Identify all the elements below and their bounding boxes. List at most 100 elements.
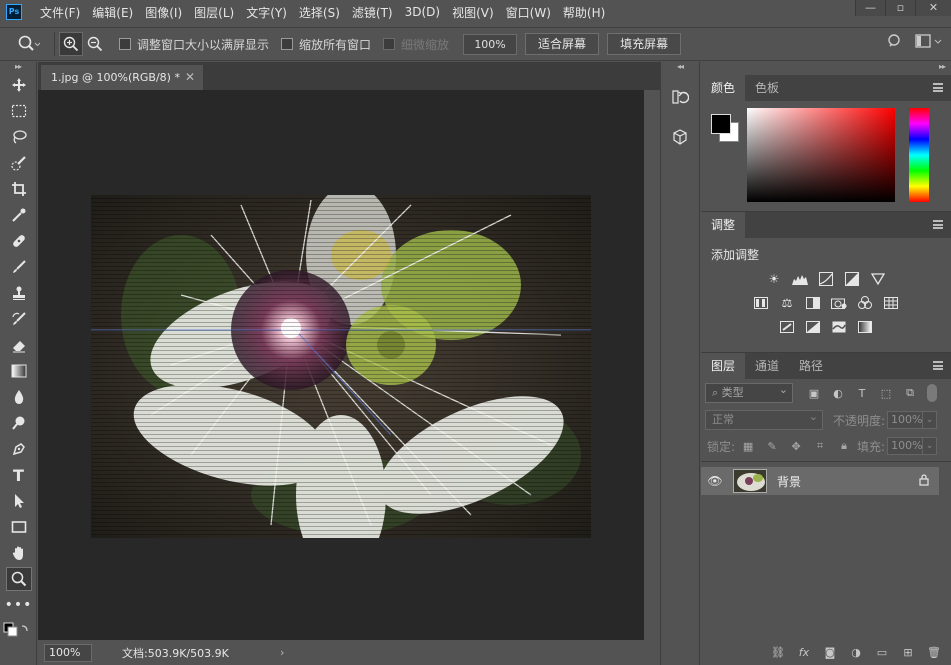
chevron-right-icon[interactable]: › — [280, 646, 284, 659]
tool-type[interactable]: T — [0, 462, 37, 488]
lock-all-icon[interactable]: 🔒︎ — [837, 439, 851, 453]
layer-style-icon[interactable]: fx — [795, 646, 813, 659]
tool-healing[interactable] — [0, 228, 37, 254]
menu-type[interactable]: 文字(Y) — [240, 4, 293, 21]
invert-icon[interactable] — [778, 318, 796, 336]
tool-eyedropper[interactable] — [0, 202, 37, 228]
close-icon[interactable]: ✕ — [915, 0, 951, 16]
collapse-arrows-icon[interactable]: ◂◂ — [661, 62, 699, 72]
tool-marquee[interactable] — [0, 98, 37, 124]
3d-panel-button[interactable] — [661, 120, 699, 154]
menu-window[interactable]: 窗口(W) — [500, 4, 557, 21]
menu-select[interactable]: 选择(S) — [293, 4, 346, 21]
link-layers-icon[interactable]: ⛓ — [769, 646, 787, 659]
layer-row[interactable]: 👁︎ 背景 — [701, 467, 939, 495]
lock-artboard-icon[interactable]: ⌗ — [813, 439, 827, 453]
fill-screen-button[interactable]: 填充屏幕 — [607, 33, 682, 55]
tool-lasso[interactable] — [0, 124, 37, 150]
search-icon[interactable] — [887, 33, 903, 49]
chevron-down-icon[interactable]: ⌄ — [923, 437, 938, 455]
filter-shape-icon[interactable]: ⬚ — [879, 386, 893, 400]
filter-smart-object-icon[interactable]: ⧉ — [903, 386, 917, 400]
workspace-icon[interactable] — [915, 33, 943, 49]
threshold-icon[interactable] — [830, 318, 848, 336]
vibrance-icon[interactable] — [869, 270, 887, 288]
menu-image[interactable]: 图像(I) — [139, 4, 188, 21]
tab-paths[interactable]: 路径 — [789, 353, 833, 379]
color-swatches[interactable] — [0, 618, 37, 644]
tab-swatches[interactable]: 色板 — [745, 75, 789, 101]
tool-blur[interactable] — [0, 384, 37, 410]
panel-menu-icon[interactable] — [933, 220, 943, 229]
tool-rectangle[interactable] — [0, 514, 37, 540]
filter-toggle[interactable] — [927, 384, 937, 402]
zoom-in-button[interactable] — [59, 32, 83, 56]
exposure-icon[interactable] — [843, 270, 861, 288]
tool-dodge[interactable] — [0, 410, 37, 436]
new-adjustment-layer-icon[interactable]: ◑ — [847, 646, 865, 659]
color-balance-icon[interactable]: ⚖ — [778, 294, 796, 312]
panel-menu-icon[interactable] — [933, 83, 943, 92]
posterize-icon[interactable] — [804, 318, 822, 336]
menu-3d[interactable]: 3D(D) — [399, 5, 446, 19]
tool-gradient[interactable] — [0, 358, 37, 384]
fill-field[interactable]: 100% — [887, 437, 924, 455]
canvas-area[interactable] — [38, 90, 644, 640]
delete-layer-icon[interactable]: 🗑︎ — [925, 646, 943, 659]
color-lookup-icon[interactable] — [882, 294, 900, 312]
zoom-out-button[interactable] — [83, 32, 107, 56]
eye-icon[interactable]: 👁︎ — [701, 474, 729, 488]
filter-type-icon[interactable]: T — [855, 386, 869, 400]
hue-slider[interactable] — [909, 108, 929, 202]
lock-paint-icon[interactable]: ✎ — [765, 439, 779, 453]
tool-pen[interactable] — [0, 436, 37, 462]
resize-windows-checkbox[interactable]: 调整窗口大小以满屏显示 — [119, 36, 269, 53]
filter-adjustment-icon[interactable]: ◐ — [831, 386, 845, 400]
bw-icon[interactable] — [804, 294, 822, 312]
add-mask-icon[interactable]: ◙ — [821, 646, 839, 659]
opacity-field[interactable]: 100% — [887, 411, 924, 429]
tool-move[interactable] — [0, 72, 37, 98]
zoom-all-windows-checkbox[interactable]: 缩放所有窗口 — [281, 36, 371, 53]
tab-layers[interactable]: 图层 — [701, 353, 746, 379]
tab-channels[interactable]: 通道 — [745, 353, 789, 379]
restore-icon[interactable]: ▫ — [885, 0, 915, 16]
collapse-arrows-icon[interactable]: ▸▸ — [701, 62, 951, 72]
panel-menu-icon[interactable] — [933, 361, 943, 370]
tool-more[interactable]: ••• — [0, 592, 37, 618]
tool-path-select[interactable] — [0, 488, 37, 514]
new-group-icon[interactable]: ▭ — [873, 646, 891, 659]
new-layer-icon[interactable]: ⊞ — [899, 646, 917, 659]
tool-eraser[interactable] — [0, 332, 37, 358]
curves-icon[interactable] — [817, 270, 835, 288]
menu-layer[interactable]: 图层(L) — [188, 4, 240, 21]
document-tab[interactable]: 1.jpg @ 100%(RGB/8) * ✕ — [41, 65, 203, 90]
chevron-down-icon[interactable]: ⌄ — [923, 411, 938, 429]
tool-zoom[interactable] — [0, 566, 37, 592]
fit-screen-button[interactable]: 适合屏幕 — [525, 33, 600, 55]
history-panel-button[interactable] — [661, 80, 699, 114]
menu-edit[interactable]: 编辑(E) — [86, 4, 139, 21]
vertical-scrollbar[interactable] — [644, 90, 660, 640]
photo-filter-icon[interactable] — [830, 294, 848, 312]
menu-view[interactable]: 视图(V) — [446, 4, 500, 21]
tool-hand[interactable] — [0, 540, 37, 566]
minimize-icon[interactable]: — — [855, 0, 885, 16]
tool-stamp[interactable] — [0, 280, 37, 306]
menu-help[interactable]: 帮助(H) — [557, 4, 611, 21]
channel-mixer-icon[interactable] — [856, 294, 874, 312]
tab-color[interactable]: 颜色 — [701, 75, 746, 101]
filter-pixel-icon[interactable]: ▣ — [807, 386, 821, 400]
tool-crop[interactable] — [0, 176, 37, 202]
levels-icon[interactable] — [791, 270, 809, 288]
menu-file[interactable]: 文件(F) — [34, 4, 86, 21]
collapse-arrows-icon[interactable]: ▸▸ — [0, 62, 36, 72]
gradient-map-icon[interactable] — [856, 318, 874, 336]
tool-history-brush[interactable] — [0, 306, 37, 332]
blend-mode-select[interactable]: 正常 — [705, 408, 823, 430]
zoom-percent-field[interactable]: 100% — [463, 33, 518, 55]
brightness-icon[interactable]: ☀ — [765, 270, 783, 288]
tool-quick-select[interactable] — [0, 150, 37, 176]
hue-sat-icon[interactable] — [752, 294, 770, 312]
layer-kind-filter[interactable]: ⌕ 类型 — [705, 381, 793, 403]
